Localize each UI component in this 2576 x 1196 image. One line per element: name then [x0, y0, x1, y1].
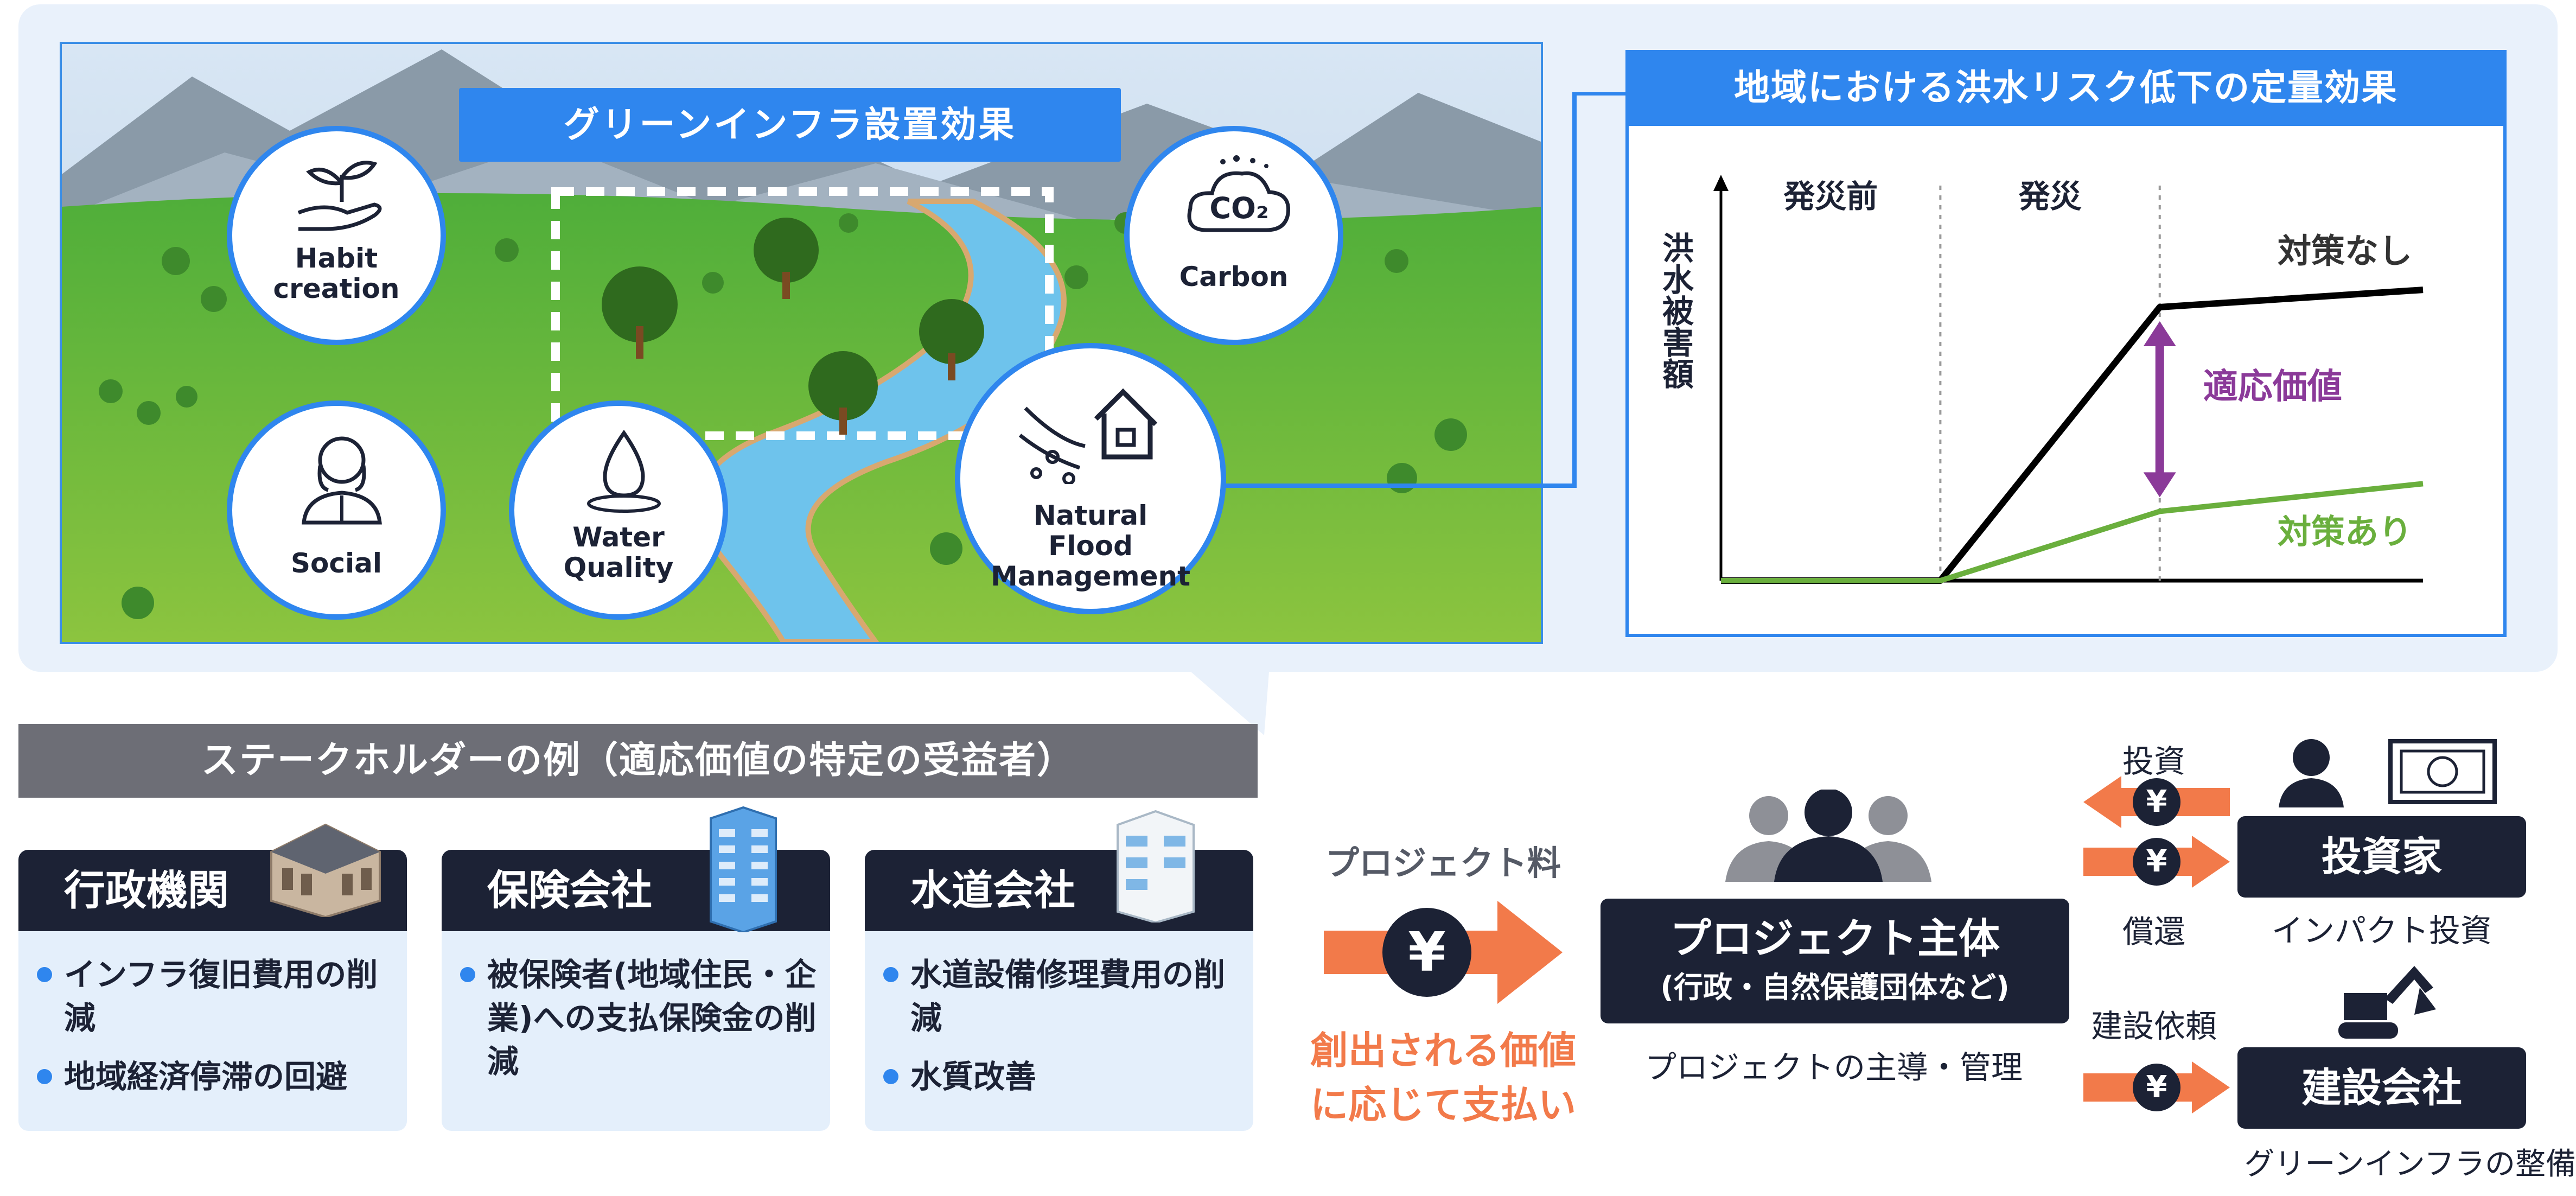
yen-symbol-repay: ¥ [2146, 844, 2167, 879]
habit-creation-circle: Habit creation [227, 126, 446, 345]
card-list: インフラ復旧費用の削減 地域経済停滞の回避 [35, 953, 398, 1114]
list-item: 被保険者(地域住民・企業)への支払保険金の削減 [458, 953, 821, 1083]
project-entity-box: プロジェクト主体 (行政・自然保護団体など) [1601, 899, 2069, 1023]
project-entity-title: プロジェクト主体 [1670, 914, 2000, 963]
yen-symbol-invest: ¥ [2146, 784, 2167, 819]
project-entity-caption: プロジェクトの主導・管理 [1644, 1049, 2023, 1086]
repay-label: 償還 [2122, 913, 2185, 950]
chart-title: 地域における洪水リスク低下の定量効果 [1625, 50, 2507, 126]
adaptation-value-arrow [2143, 321, 2176, 498]
y-axis-label: 洪水被害額 [1657, 232, 1694, 389]
flood-management-circle: Natural Flood Management [955, 343, 1226, 614]
banknote-icon [2388, 739, 2497, 804]
yen-symbol-main: ¥ [1408, 920, 1446, 984]
adaptation-value-label: 適応価値 [2203, 367, 2342, 407]
green-infra-title: グリーンインフラ設置効果 [459, 88, 1121, 162]
list-item: 地域経済停滞の回避 [35, 1055, 398, 1098]
project-fee-label: プロジェクト料 [1325, 843, 1561, 883]
social-label: Social [290, 548, 382, 579]
government-building-icon [270, 823, 381, 917]
construction-company-caption: グリーンインフラの整備 [2244, 1147, 2576, 1182]
series-label: 対策あり [2278, 512, 2412, 551]
chart-plot: 洪水被害額 発災前 発災対策なし対策あり 適応価値 [1657, 175, 2424, 584]
flood-management-label: Natural Flood Management [990, 500, 1191, 592]
phase-label: 発災 [2019, 178, 2082, 215]
water-quality-circle: Water Quality [509, 400, 728, 620]
list-item: インフラ復旧費用の削減 [35, 953, 398, 1040]
phase-label: 発災前 [1783, 178, 1878, 215]
series-label: 対策なし [2278, 231, 2412, 271]
insurance-building-icon [710, 806, 777, 932]
water-quality-label: Water Quality [563, 521, 674, 583]
water-company-building-icon [1117, 810, 1195, 923]
payment-description-line2: に応じて支払い [1310, 1083, 1576, 1127]
social-circle: Social [227, 400, 446, 620]
person-icon [302, 436, 382, 525]
yen-symbol-construction: ¥ [2146, 1070, 2167, 1105]
landslide-house-icon [1018, 388, 1158, 484]
invest-label: 投資 [2122, 743, 2185, 780]
project-entity-subtitle: (行政・自然保護団体など) [1660, 970, 2010, 1004]
list-item: 水質改善 [881, 1055, 1245, 1098]
card-list: 水道設備修理費用の削減 水質改善 [881, 953, 1245, 1114]
construction-request-label: 建設依頼 [2090, 1008, 2217, 1045]
water-drop-icon [587, 429, 661, 513]
investor-caption: インパクト投資 [2271, 912, 2492, 949]
investor-box: 投資家 [2237, 816, 2526, 898]
arrowhead-down [2143, 472, 2176, 498]
habit-creation-label: Habit creation [273, 243, 400, 304]
plant-in-hand-icon [297, 161, 382, 231]
construction-company-box: 建設会社 [2237, 1047, 2526, 1129]
connector-line [1221, 92, 1628, 488]
investor-person-icon [2279, 739, 2344, 807]
excavator-icon [2338, 966, 2436, 1039]
y-axis-arrowhead [1713, 175, 1729, 191]
list-item: 水道設備修理費用の削減 [881, 953, 1245, 1040]
group-people-icon [1725, 790, 1931, 882]
payment-description-line1: 創出される価値 [1310, 1028, 1576, 1073]
stakeholder-header: ステークホルダーの例（適応価値の特定の受益者） [18, 724, 1258, 798]
card-list: 被保険者(地域住民・企業)への支払保険金の削減 [458, 953, 821, 1098]
